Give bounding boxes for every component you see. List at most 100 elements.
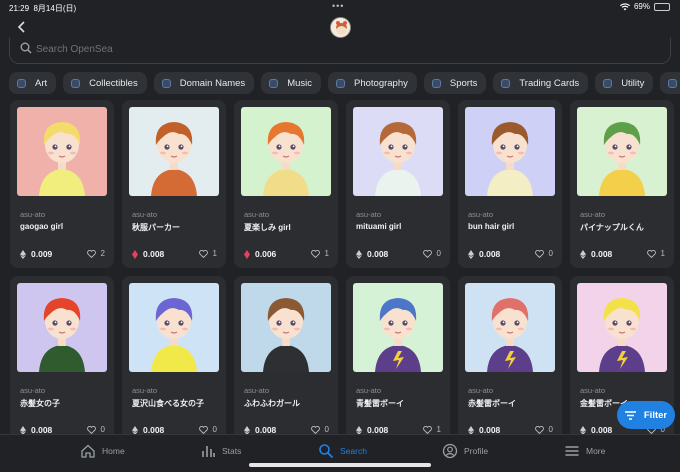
heart-icon <box>310 249 320 258</box>
favorite-button[interactable]: 0 <box>198 425 217 434</box>
nft-image <box>129 107 219 196</box>
favorite-button[interactable]: 0 <box>534 425 553 434</box>
tab-search[interactable]: Search <box>318 443 367 459</box>
heart-icon <box>86 425 96 434</box>
ethereum-icon <box>244 425 250 434</box>
nft-card[interactable]: asu-ato 夏楽しみ girl 0.006 1 <box>234 100 338 268</box>
category-chip[interactable]: Collectibles <box>63 72 147 94</box>
heart-icon <box>198 425 208 434</box>
nft-image <box>353 283 443 372</box>
nft-title: bun hair girl <box>468 222 515 231</box>
price-value: 0.008 <box>479 425 501 434</box>
category-chip[interactable]: Photography <box>328 72 417 94</box>
nft-card[interactable]: asu-ato 秋服パーカー 0.008 1 <box>122 100 226 268</box>
nft-creator: asu-ato <box>132 210 158 219</box>
filter-button[interactable]: Filter <box>617 401 675 429</box>
nft-card[interactable]: asu-ato 赤髪雷ボーイ 0.008 0 <box>458 276 562 434</box>
category-icon <box>71 78 81 88</box>
favorite-button[interactable]: 0 <box>422 249 441 258</box>
nft-grid: asu-ato gaogao girl 0.009 2 asu-ato 秋服パー… <box>0 100 680 434</box>
battery-icon <box>654 2 670 11</box>
nft-card[interactable]: asu-ato gaogao girl 0.009 2 <box>10 100 114 268</box>
category-label: Trading Cards <box>519 77 580 89</box>
nft-price: 0.008 <box>356 425 388 434</box>
heart-icon <box>534 425 544 434</box>
tab-stats[interactable]: Stats <box>200 443 241 459</box>
nft-price: 0.009 <box>20 249 52 259</box>
account-avatar[interactable] <box>330 17 351 38</box>
price-value: 0.008 <box>591 249 613 259</box>
nft-artwork <box>465 283 555 372</box>
nft-title: 赤髪女の子 <box>20 399 60 408</box>
nft-artwork <box>17 107 107 196</box>
like-count: 1 <box>212 249 217 258</box>
price-value: 0.008 <box>591 425 613 434</box>
status-bar: 21:29 8月14日(日) ••• 69% <box>0 0 680 14</box>
price-value: 0.008 <box>479 249 501 259</box>
category-label: Collectibles <box>89 77 138 89</box>
like-count: 0 <box>324 425 329 434</box>
nft-creator: asu-ato <box>468 386 494 395</box>
search-bar[interactable] <box>9 38 671 64</box>
price-value: 0.008 <box>31 425 53 434</box>
price-value: 0.008 <box>367 425 389 434</box>
category-label: Sports <box>449 77 478 89</box>
tab-label: Profile <box>464 446 489 456</box>
nft-image <box>465 283 555 372</box>
nft-card[interactable]: asu-ato 青髪雷ボーイ 0.008 1 <box>346 276 450 434</box>
like-count: 0 <box>212 425 217 434</box>
multitasking-dots[interactable]: ••• <box>332 1 344 11</box>
favorite-button[interactable]: 2 <box>86 249 105 258</box>
nft-title: gaogao girl <box>20 222 64 231</box>
tab-label: More <box>586 446 606 456</box>
favorite-button[interactable]: 1 <box>198 249 217 258</box>
category-chips: Art Collectibles Domain Names Music Photogra… <box>9 72 680 94</box>
nft-title: mituami girl <box>356 222 402 231</box>
like-count: 1 <box>436 425 441 434</box>
filter-label: Filter <box>643 409 668 421</box>
category-label: Domain Names <box>179 77 246 89</box>
back-button[interactable] <box>17 20 31 36</box>
tab-more[interactable]: More <box>564 443 605 459</box>
nft-price: 0.008 <box>20 425 52 434</box>
home-indicator[interactable] <box>249 463 431 467</box>
home-icon <box>81 444 95 458</box>
tab-profile[interactable]: Profile <box>442 443 488 459</box>
like-count: 0 <box>100 425 105 434</box>
nft-card[interactable]: asu-ato ふわふわガール 0.008 0 <box>234 276 338 434</box>
like-count: 2 <box>100 249 105 258</box>
favorite-button[interactable]: 0 <box>534 249 553 258</box>
nft-price: 0.008 <box>132 249 164 259</box>
category-chip[interactable]: Virtual W <box>660 72 680 94</box>
favorite-button[interactable]: 1 <box>422 425 441 434</box>
nft-card[interactable]: asu-ato 夏沢山食べる女の子 0.008 0 <box>122 276 226 434</box>
nft-card[interactable]: asu-ato 赤髪女の子 0.008 0 <box>10 276 114 434</box>
favorite-button[interactable]: 1 <box>310 249 329 258</box>
battery-percent: 69% <box>633 2 650 11</box>
nft-price: 0.008 <box>244 425 276 434</box>
ethereum-icon <box>580 425 586 434</box>
ethereum-icon <box>20 249 26 259</box>
search-input[interactable] <box>36 42 636 56</box>
tab-home[interactable]: Home <box>80 443 125 459</box>
avatar-image <box>331 18 350 37</box>
category-chip[interactable]: Utility <box>595 72 654 94</box>
favorite-button[interactable]: 1 <box>646 249 665 258</box>
ethereum-icon <box>580 249 586 259</box>
price-value: 0.008 <box>255 425 277 434</box>
nft-title: ふわふわガール <box>244 399 300 408</box>
nft-card[interactable]: asu-ato bun hair girl 0.008 0 <box>458 100 562 268</box>
category-chip[interactable]: Art <box>9 72 57 94</box>
favorite-button[interactable]: 0 <box>310 425 329 434</box>
nft-card[interactable]: asu-ato mituami girl 0.008 0 <box>346 100 450 268</box>
nft-card[interactable]: asu-ato パイナップルくん 0.008 1 <box>570 100 674 268</box>
category-chip[interactable]: Music <box>261 72 321 94</box>
heart-icon <box>310 425 320 434</box>
category-chip[interactable]: Trading Cards <box>493 72 589 94</box>
price-value: 0.008 <box>367 249 389 259</box>
ethereum-icon <box>20 425 26 434</box>
favorite-button[interactable]: 0 <box>86 425 105 434</box>
ethereum-icon <box>468 249 474 259</box>
category-chip[interactable]: Domain Names <box>153 72 255 94</box>
category-chip[interactable]: Sports <box>423 72 487 94</box>
